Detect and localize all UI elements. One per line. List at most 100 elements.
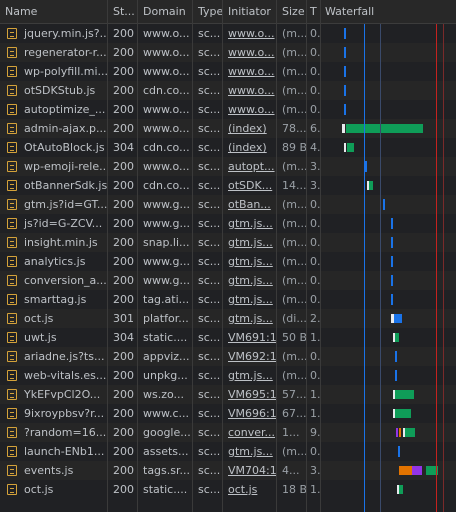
- request-initiator[interactable]: VM695:1: [223, 385, 277, 404]
- request-name[interactable]: js?id=G-ZCV...: [0, 214, 108, 233]
- column-header-status[interactable]: St...: [108, 0, 138, 23]
- request-initiator[interactable]: otSDK...: [223, 176, 277, 195]
- request-name[interactable]: smarttag.js: [0, 290, 108, 309]
- request-name[interactable]: launch-ENb1...: [0, 442, 108, 461]
- request-name[interactable]: ?random=16...: [0, 423, 108, 442]
- column-divider[interactable]: [137, 0, 138, 512]
- column-divider[interactable]: [306, 0, 307, 512]
- table-row[interactable]: otSDKStub.js 200 cdn.co... sc... www.o... (m.…: [0, 81, 456, 100]
- request-initiator[interactable]: www.o...: [223, 62, 277, 81]
- table-row[interactable]: YkEFvpCl2O... 200 ws.zo... sc... VM695:1 57..…: [0, 385, 456, 404]
- request-initiator[interactable]: VM691:1: [223, 328, 277, 347]
- request-initiator[interactable]: gtm.js...: [223, 233, 277, 252]
- table-row[interactable]: OtAutoBlock.js 304 cdn.co... sc... (index) 89…: [0, 138, 456, 157]
- request-initiator[interactable]: VM696:1: [223, 404, 277, 423]
- request-initiator[interactable]: (index): [223, 138, 277, 157]
- table-row[interactable]: jquery.min.js?... 200 www.o... sc... www.o..…: [0, 24, 456, 43]
- table-row[interactable]: analytics.js 200 www.g... sc... gtm.js... (m.…: [0, 252, 456, 271]
- request-type: sc...: [198, 388, 221, 401]
- request-domain: www.o...: [143, 46, 190, 59]
- request-initiator[interactable]: www.o...: [223, 43, 277, 62]
- request-name[interactable]: ariadne.js?ts...: [0, 347, 108, 366]
- request-name[interactable]: autoptimize_...: [0, 100, 108, 119]
- request-time: 0...: [310, 445, 320, 458]
- table-row[interactable]: launch-ENb1... 200 assets... sc... gtm.js...…: [0, 442, 456, 461]
- request-name[interactable]: wp-polyfill.mi...: [0, 62, 108, 81]
- table-row[interactable]: conversion_a... 200 www.g... sc... gtm.js...…: [0, 271, 456, 290]
- request-name[interactable]: events.js: [0, 461, 108, 480]
- request-name[interactable]: analytics.js: [0, 252, 108, 271]
- column-divider[interactable]: [222, 0, 223, 512]
- request-initiator[interactable]: gtm.js...: [223, 214, 277, 233]
- table-row[interactable]: ?random=16... 200 google... sc... conver... 1…: [0, 423, 456, 442]
- column-divider[interactable]: [320, 0, 321, 512]
- request-name[interactable]: oct.js: [0, 309, 108, 328]
- table-row[interactable]: ariadne.js?ts... 200 appviz... sc... VM692:1…: [0, 347, 456, 366]
- request-name[interactable]: gtm.js?id=GT...: [0, 195, 108, 214]
- column-header-time[interactable]: T: [307, 0, 320, 23]
- request-initiator[interactable]: otBan...: [223, 195, 277, 214]
- table-row[interactable]: wp-polyfill.mi... 200 www.o... sc... www.o..…: [0, 62, 456, 81]
- request-type: sc...: [198, 369, 221, 382]
- request-name[interactable]: YkEFvpCl2O...: [0, 385, 108, 404]
- request-name[interactable]: insight.min.js: [0, 233, 108, 252]
- table-row[interactable]: otBannerSdk.js 200 cdn.co... sc... otSDK... 1…: [0, 176, 456, 195]
- table-row[interactable]: js?id=G-ZCV... 200 www.g... sc... gtm.js... (…: [0, 214, 456, 233]
- table-row[interactable]: insight.min.js 200 snap.li... sc... gtm.js..…: [0, 233, 456, 252]
- column-header-size[interactable]: Size: [277, 0, 307, 23]
- request-initiator[interactable]: conver...: [223, 423, 277, 442]
- request-initiator[interactable]: gtm.js...: [223, 290, 277, 309]
- table-row[interactable]: web-vitals.es... 200 unpkg... sc... gtm.js..…: [0, 366, 456, 385]
- table-row[interactable]: autoptimize_... 200 www.o... sc... www.o...(…: [0, 100, 456, 119]
- table-row[interactable]: smarttag.js 200 tag.ati... sc... gtm.js... (m…: [0, 290, 456, 309]
- request-initiator[interactable]: gtm.js...: [223, 271, 277, 290]
- waterfall-bar: [391, 294, 393, 305]
- request-initiator[interactable]: oct.js: [223, 480, 277, 499]
- request-initiator[interactable]: gtm.js...: [223, 309, 277, 328]
- column-divider[interactable]: [276, 0, 277, 512]
- request-initiator[interactable]: (index): [223, 119, 277, 138]
- table-row[interactable]: regenerator-r... 200 www.o... sc... www.o...…: [0, 43, 456, 62]
- request-name[interactable]: wp-emoji-rele...: [0, 157, 108, 176]
- request-initiator[interactable]: VM704:1: [223, 461, 277, 480]
- column-header-domain[interactable]: Domain: [138, 0, 193, 23]
- table-row[interactable]: events.js 200 tags.sr... sc... VM704:1 4... 3.…: [0, 461, 456, 480]
- request-name[interactable]: web-vitals.es...: [0, 366, 108, 385]
- table-row[interactable]: uwt.js 304 static.... sc...VM691:1 50 B1...: [0, 328, 456, 347]
- request-initiator[interactable]: www.o...: [223, 24, 277, 43]
- table-row[interactable]: oct.js200static....sc...oct.js18 B1...: [0, 480, 456, 499]
- request-name[interactable]: jquery.min.js?...: [0, 24, 108, 43]
- request-name[interactable]: OtAutoBlock.js: [0, 138, 108, 157]
- request-initiator[interactable]: gtm.js...: [223, 366, 277, 385]
- table-row[interactable]: oct.js 301 platfor... sc... gtm.js... (di... 2…: [0, 309, 456, 328]
- request-name[interactable]: oct.js: [0, 480, 108, 499]
- request-initiator[interactable]: gtm.js...: [223, 252, 277, 271]
- request-type: sc...: [198, 84, 221, 97]
- table-row[interactable]: wp-emoji-rele... 200 www.o... sc... autopt..…: [0, 157, 456, 176]
- request-name[interactable]: conversion_a...: [0, 271, 108, 290]
- request-initiator[interactable]: www.o...: [223, 81, 277, 100]
- column-header-waterfall[interactable]: Waterfall: [320, 0, 456, 23]
- waterfall-bar: [405, 428, 415, 437]
- column-header-initiator[interactable]: Initiator: [223, 0, 277, 23]
- request-initiator[interactable]: autopt...: [223, 157, 277, 176]
- column-divider[interactable]: [107, 0, 108, 512]
- table-row[interactable]: gtm.js?id=GT... 200 www.g... sc... otBan... (…: [0, 195, 456, 214]
- request-name[interactable]: uwt.js: [0, 328, 108, 347]
- request-name[interactable]: regenerator-r...: [0, 43, 108, 62]
- table-row[interactable]: admin-ajax.p... 200 www.o... sc... (index) 78…: [0, 119, 456, 138]
- request-domain: cdn.co...: [143, 179, 190, 192]
- column-divider[interactable]: [192, 0, 193, 512]
- request-type: sc...: [198, 122, 221, 135]
- request-initiator[interactable]: gtm.js...: [223, 442, 277, 461]
- request-name[interactable]: admin-ajax.p...: [0, 119, 108, 138]
- request-initiator[interactable]: www.o...: [223, 100, 277, 119]
- request-initiator[interactable]: VM692:1: [223, 347, 277, 366]
- table-row[interactable]: 9ixroypbsv?r... 200 www.c... sc... VM696:1 67…: [0, 404, 456, 423]
- request-name[interactable]: otSDKStub.js: [0, 81, 108, 100]
- column-header-name[interactable]: Name: [0, 0, 108, 23]
- column-header-type[interactable]: Type: [193, 0, 223, 23]
- request-name[interactable]: otBannerSdk.js: [0, 176, 108, 195]
- request-name[interactable]: 9ixroypbsv?r...: [0, 404, 108, 423]
- request-time: 0...: [310, 369, 320, 382]
